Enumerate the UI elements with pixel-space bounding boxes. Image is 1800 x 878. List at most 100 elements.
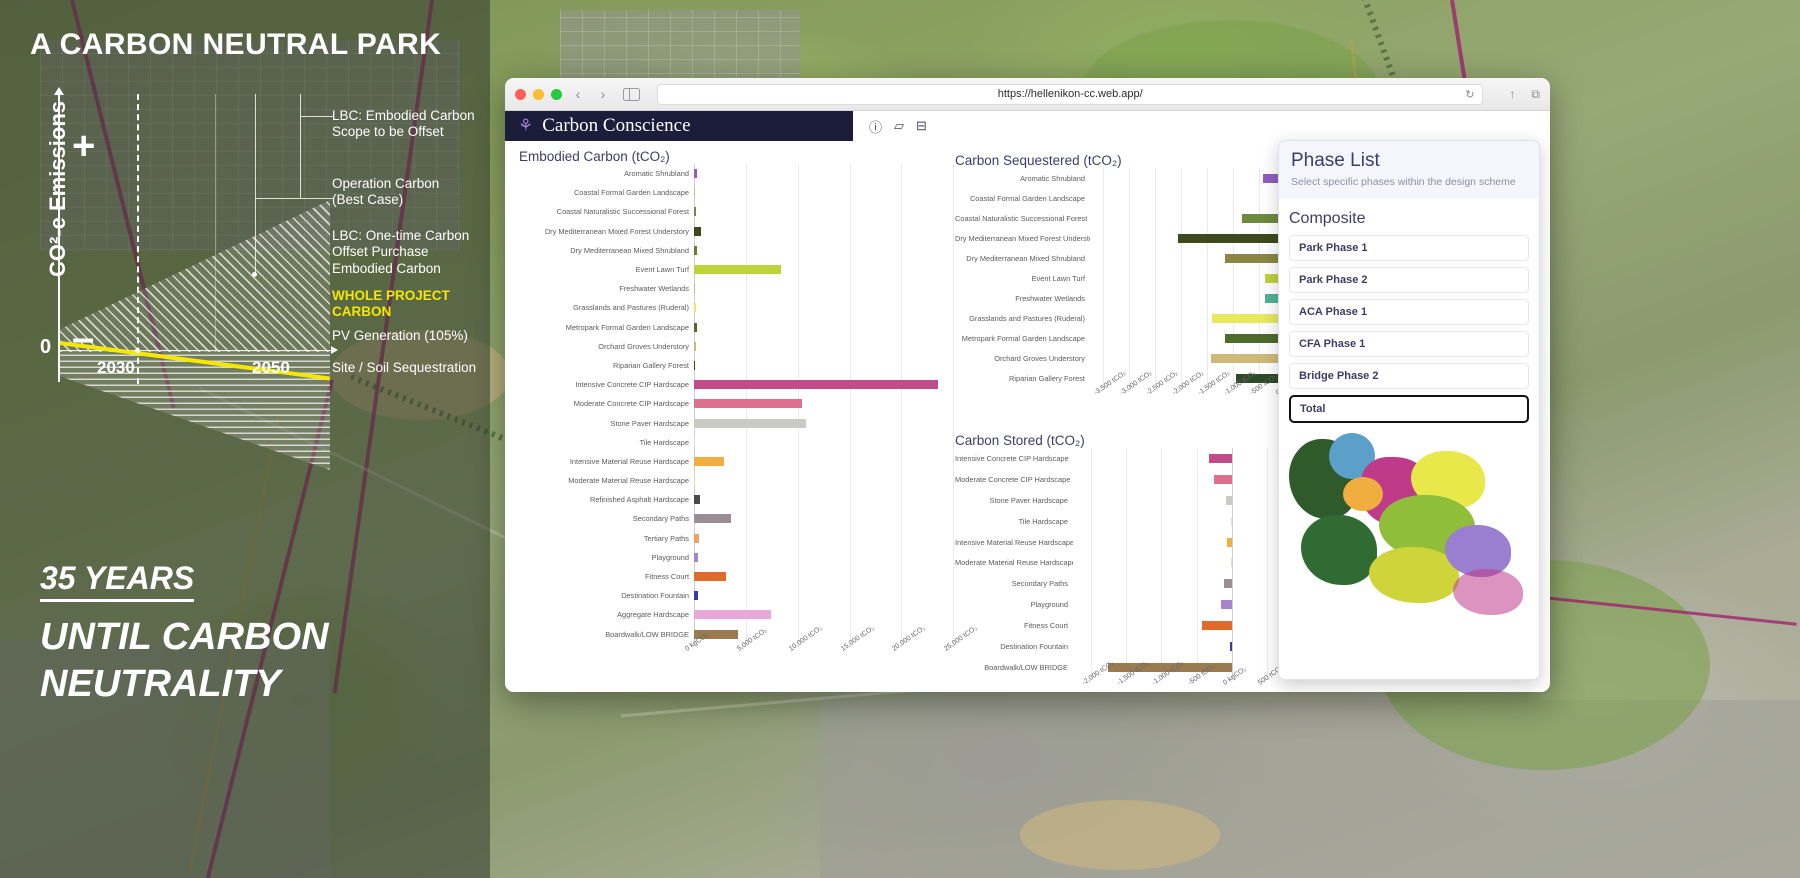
gridline: [797, 355, 799, 376]
gridline: [901, 471, 903, 491]
sidebar-icon[interactable]: [623, 87, 640, 101]
gridline: [1207, 328, 1208, 348]
gridline: [901, 183, 903, 203]
gridline: [1129, 348, 1130, 368]
leader-line-scope-h: [300, 116, 333, 117]
intersection-dot: [135, 348, 140, 353]
gridline: [797, 471, 799, 491]
gridline: [849, 528, 851, 548]
bar[interactable]: [694, 399, 802, 409]
bar[interactable]: [694, 303, 696, 313]
bar[interactable]: [694, 552, 699, 562]
bar[interactable]: [1225, 253, 1285, 263]
zero-axis-line: [1232, 594, 1233, 616]
bar[interactable]: [694, 456, 725, 466]
bar[interactable]: [1208, 453, 1232, 463]
reload-icon[interactable]: ↻: [1465, 88, 1474, 101]
bar[interactable]: [694, 188, 695, 198]
phase-item-1[interactable]: Park Phase 2: [1289, 267, 1529, 293]
bar[interactable]: [694, 591, 699, 601]
bar-track: [1090, 208, 1286, 228]
tabs-icon[interactable]: ⧉: [1531, 87, 1540, 102]
bar[interactable]: [1223, 579, 1232, 589]
chart-row: Dry Mediterranean Mixed Forest Understor…: [955, 228, 1286, 248]
phase-item-0[interactable]: Park Phase 1: [1289, 235, 1529, 261]
bar[interactable]: [694, 207, 697, 217]
gridline: [1126, 552, 1127, 574]
bar[interactable]: [694, 476, 695, 486]
share-icon[interactable]: ↑: [1509, 87, 1515, 101]
back-icon[interactable]: ‹: [569, 86, 587, 102]
gridline: [1129, 308, 1130, 328]
gridline: [901, 451, 903, 471]
chart-row: Event Lawn Turf: [955, 268, 1286, 288]
gridline: [849, 432, 851, 452]
gridline: [797, 451, 799, 471]
bar-track: [694, 605, 974, 625]
gridline: [745, 202, 747, 222]
chart-row: Tile Hardscape: [519, 432, 974, 452]
bar[interactable]: [694, 284, 695, 294]
bar[interactable]: [1201, 621, 1232, 631]
bar[interactable]: [1212, 313, 1285, 323]
save-icon[interactable]: ⊟: [916, 118, 927, 134]
gridline: [1154, 228, 1156, 248]
bar[interactable]: [1229, 641, 1232, 651]
bar-track: [1073, 531, 1285, 553]
minimize-window-button[interactable]: [533, 88, 544, 100]
bar[interactable]: [694, 610, 771, 620]
forward-icon[interactable]: ›: [594, 86, 612, 102]
address-bar[interactable]: https://hellenikon-cc.web.app/ ↻: [657, 83, 1484, 105]
bar[interactable]: [694, 322, 697, 332]
bar[interactable]: [1211, 353, 1285, 363]
bar[interactable]: [694, 437, 695, 447]
phase-item-2[interactable]: ACA Phase 1: [1289, 299, 1529, 325]
bar[interactable]: [694, 418, 806, 428]
bar[interactable]: [694, 169, 698, 179]
bar[interactable]: [694, 495, 701, 505]
phase-item-3[interactable]: CFA Phase 1: [1289, 331, 1529, 357]
bar[interactable]: [1213, 474, 1232, 484]
bar[interactable]: [694, 226, 702, 236]
chart-row: Destination Fountain: [955, 636, 1285, 657]
chart-row: Fitness Court: [519, 566, 974, 587]
bar[interactable]: [694, 341, 696, 351]
bar[interactable]: [1230, 558, 1232, 568]
phase-item-4[interactable]: Bridge Phase 2: [1289, 363, 1529, 389]
bar[interactable]: [1227, 537, 1232, 547]
bar[interactable]: [694, 360, 696, 370]
gridline: [1103, 168, 1104, 188]
gridline: [1259, 288, 1260, 308]
gridline: [1103, 348, 1104, 368]
bar[interactable]: [1220, 600, 1232, 610]
bar-track: [1090, 248, 1286, 268]
close-window-button[interactable]: [515, 88, 526, 100]
gridline: [1126, 510, 1127, 532]
phase-list-header: Phase List Select specific phases within…: [1279, 141, 1539, 199]
gridline: [1207, 188, 1208, 208]
bar-label: Dry Mediterranean Mixed Shrubland: [966, 253, 1085, 263]
bar[interactable]: [694, 380, 938, 390]
gridline: [1181, 308, 1182, 328]
gridline: [849, 451, 851, 471]
bar[interactable]: [694, 533, 700, 543]
bar[interactable]: [694, 265, 782, 275]
bar[interactable]: [1225, 495, 1232, 505]
info-icon[interactable]: ⓘ: [869, 117, 882, 136]
bar-label: Dry Mediterranean Mixed Forest Understor…: [544, 226, 689, 236]
folder-icon[interactable]: ▱: [894, 118, 904, 134]
bar[interactable]: [1225, 333, 1285, 343]
phase-list-panel: Phase List Select specific phases within…: [1278, 140, 1540, 680]
zoom-window-button[interactable]: [551, 88, 562, 100]
gridline: [849, 547, 851, 567]
bar-track: [694, 298, 974, 318]
gridline: [1103, 268, 1104, 288]
bar[interactable]: [1178, 233, 1285, 243]
bar[interactable]: [1230, 516, 1232, 526]
bar[interactable]: [694, 572, 727, 582]
bar-track: [1073, 636, 1285, 657]
phase-item-label: Total: [1300, 403, 1326, 415]
bar[interactable]: [694, 514, 732, 524]
phase-item-5[interactable]: Total: [1289, 395, 1529, 423]
bar[interactable]: [694, 245, 697, 255]
